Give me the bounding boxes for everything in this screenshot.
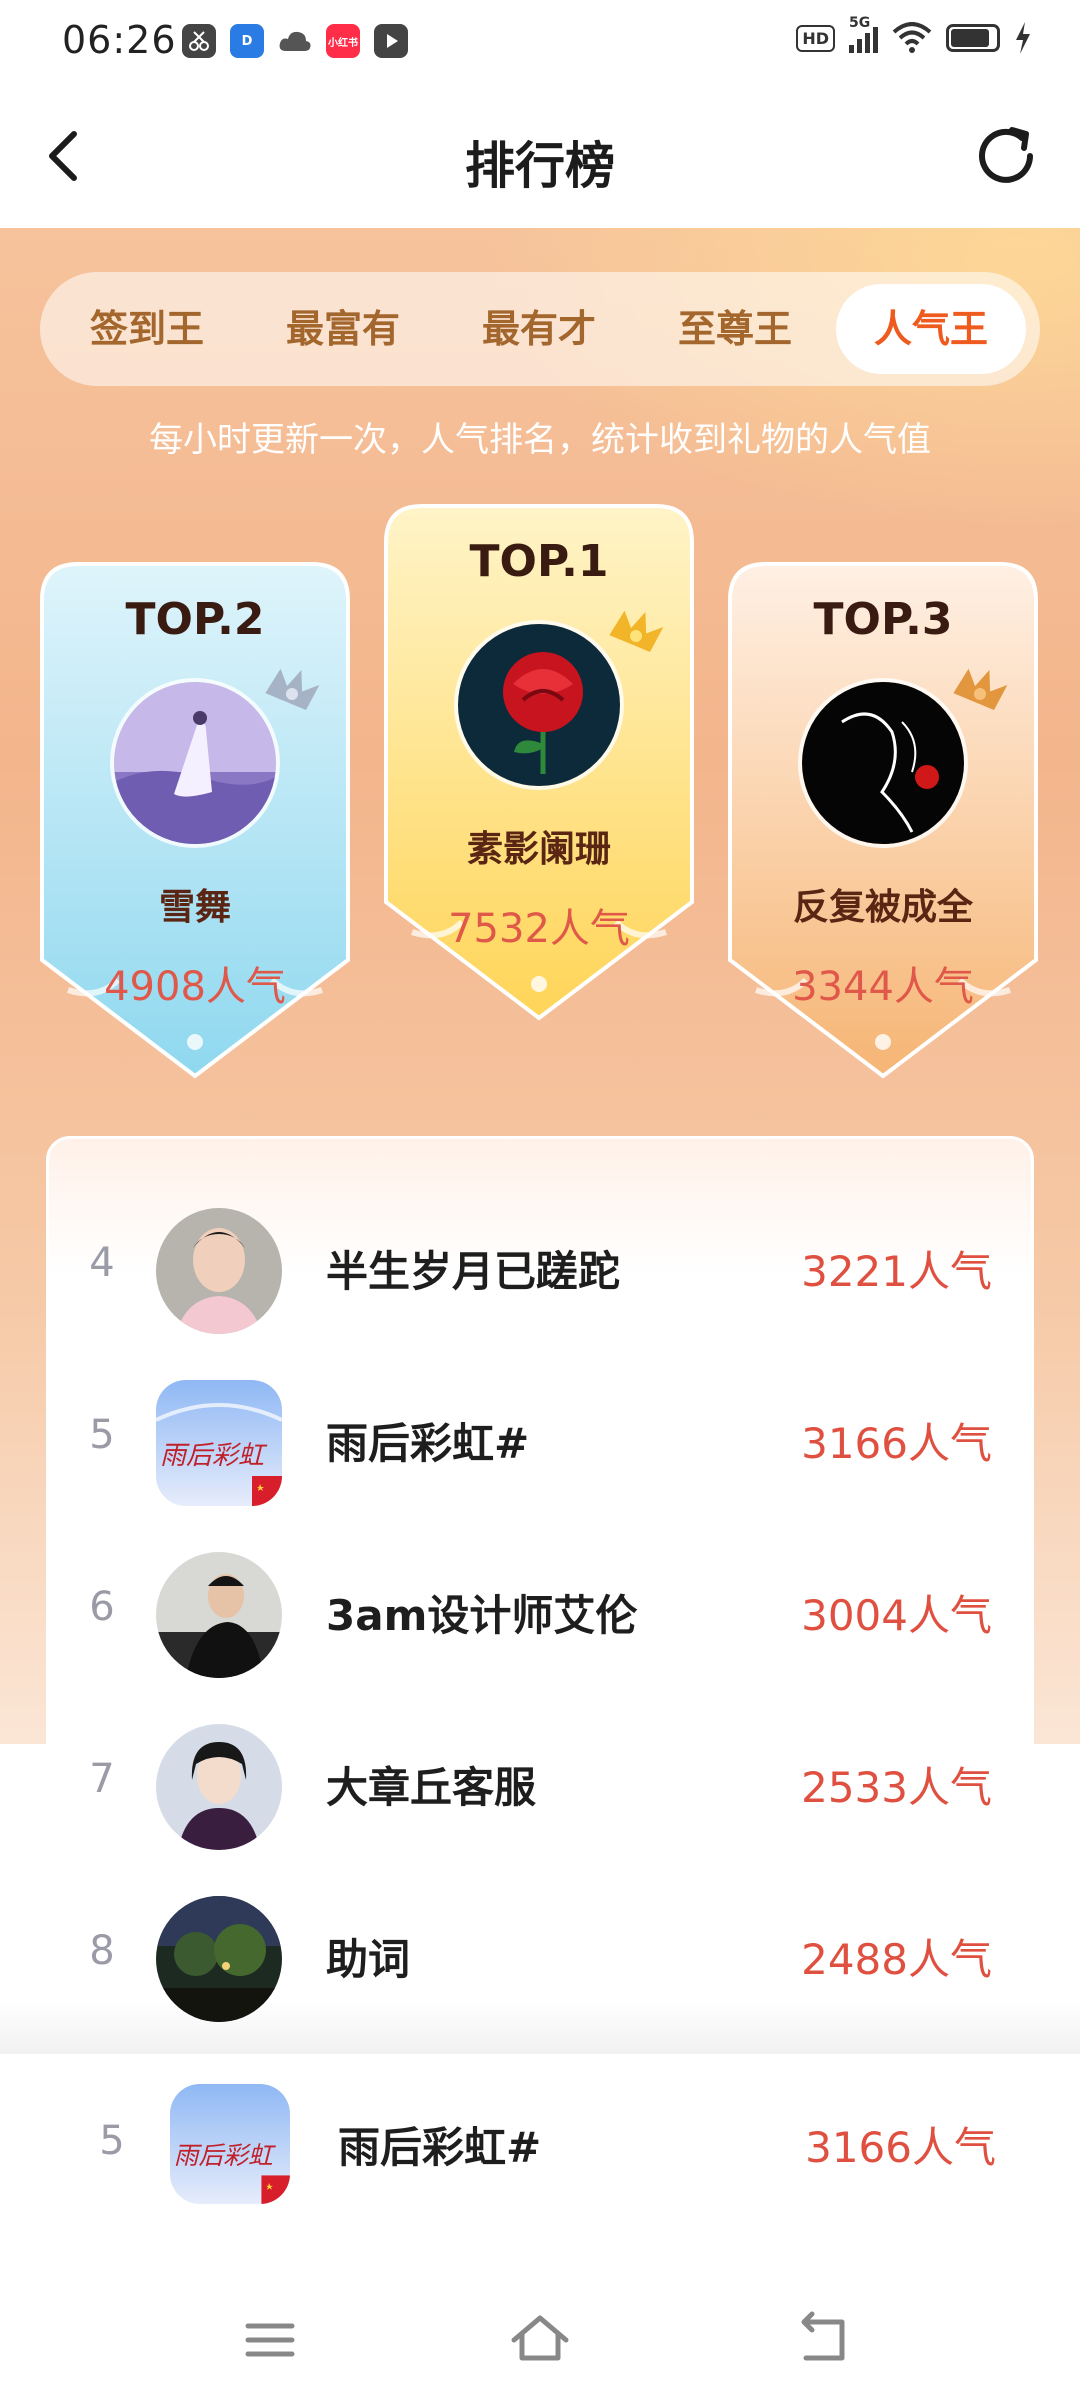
top2-name: 雪舞 xyxy=(158,887,231,928)
bronze-crown-icon xyxy=(953,668,1008,710)
user-name: 雨后彩虹# xyxy=(326,1419,530,1468)
top3-name: 反复被成全 xyxy=(792,887,973,928)
page-title: 排行榜 xyxy=(465,137,615,195)
popularity-score: 3004人气 xyxy=(801,1591,992,1640)
avatar-rainbow-text: 雨后彩虹 xyxy=(174,2141,276,2170)
tab-checkin-king[interactable]: 签到王 xyxy=(52,284,242,374)
ranking-tabs: 签到王 最富有 最有才 至尊王 人气王 xyxy=(40,272,1040,386)
scissors-app-icon xyxy=(182,24,216,58)
recent-apps-button[interactable] xyxy=(230,2300,310,2380)
gold-crown-icon xyxy=(609,610,664,652)
user-name: 助词 xyxy=(326,1935,411,1984)
tab-most-talented[interactable]: 最有才 xyxy=(444,284,634,374)
popularity-score: 3221人气 xyxy=(801,1247,992,1296)
charging-icon xyxy=(1016,22,1030,54)
my-avatar: 雨后彩虹 xyxy=(170,2084,290,2204)
refresh-button[interactable] xyxy=(966,116,1046,196)
silver-crown-icon xyxy=(265,668,320,710)
popularity-score: 3166人气 xyxy=(801,1419,992,1468)
top2-label: TOP.2 xyxy=(125,594,265,645)
status-indicators: HD 5G xyxy=(796,15,1032,54)
top2-avatar xyxy=(110,678,280,848)
top2-card[interactable]: TOP.2 雪舞 4908人气 xyxy=(38,560,352,1080)
rank-number: 7 xyxy=(89,1756,115,1802)
top1-label: TOP.1 xyxy=(469,536,609,587)
home-button[interactable] xyxy=(500,2300,580,2380)
battery-icon xyxy=(946,24,1000,52)
app-header: 排行榜 xyxy=(0,90,1080,228)
user-name: 半生岁月已蹉跎 xyxy=(326,1247,621,1296)
signal-5g-icon: 5G xyxy=(849,15,878,53)
my-rank-bar[interactable]: 5 雨后彩虹 雨后彩虹# 3166人气 xyxy=(0,2054,1080,2244)
list-item[interactable]: 7 大章丘客服 2533人气 xyxy=(0,1698,1080,1870)
cloud-icon xyxy=(278,24,312,58)
user-name: 3am设计师艾伦 xyxy=(326,1591,638,1640)
wifi-icon xyxy=(892,22,932,53)
network-label: 5G xyxy=(849,15,871,31)
back-arrow-icon xyxy=(801,2311,845,2361)
avatar: 雨后彩虹 xyxy=(156,1380,282,1506)
hd-icon: HD xyxy=(796,24,835,52)
avatar-rainbow-text: 雨后彩虹 xyxy=(160,1441,268,1471)
system-nav-bar xyxy=(0,2270,1080,2408)
tab-richest[interactable]: 最富有 xyxy=(248,284,438,374)
d-app-icon: D xyxy=(230,24,264,58)
top1-avatar xyxy=(454,620,624,790)
status-bar: 06:26 D 小红书 HD 5G xyxy=(0,0,1080,90)
refresh-icon xyxy=(979,127,1033,183)
top3-score: 3344人气 xyxy=(792,964,974,1010)
top1-score: 7532人气 xyxy=(448,906,630,952)
my-user-name: 雨后彩虹# xyxy=(338,2123,542,2172)
back-nav-button[interactable] xyxy=(782,2300,862,2380)
xiaohongshu-icon: 小红书 xyxy=(326,24,360,58)
top2-score: 4908人气 xyxy=(104,964,286,1010)
avatar xyxy=(156,1724,282,1850)
user-name: 大章丘客服 xyxy=(326,1763,537,1812)
popularity-score: 2488人气 xyxy=(801,1935,992,1984)
avatar xyxy=(156,1552,282,1678)
rank-number: 4 xyxy=(89,1240,115,1286)
rank-number: 8 xyxy=(89,1928,115,1974)
update-notice: 每小时更新一次，人气排名，统计收到礼物的人气值 xyxy=(149,420,931,460)
top3-avatar xyxy=(798,678,968,848)
top1-card[interactable]: TOP.1 素影阑珊 7532人气 xyxy=(382,502,696,1022)
tab-supreme-king[interactable]: 至尊王 xyxy=(640,284,830,374)
list-divider xyxy=(0,2000,1080,2056)
list-item[interactable]: 5 雨后彩虹 雨后彩虹# 3166人气 xyxy=(0,1354,1080,1526)
status-time: 06:26 xyxy=(62,18,177,62)
top3-label: TOP.3 xyxy=(813,594,953,645)
my-popularity-score: 3166人气 xyxy=(805,2123,996,2172)
popularity-score: 2533人气 xyxy=(801,1763,992,1812)
play-app-icon xyxy=(374,24,408,58)
top3-card[interactable]: TOP.3 反复被成全 3344人气 xyxy=(726,560,1040,1080)
home-icon xyxy=(511,2315,569,2361)
avatar xyxy=(156,1208,282,1334)
top1-name: 素影阑珊 xyxy=(466,829,611,870)
tab-popularity-king[interactable]: 人气王 xyxy=(836,284,1026,374)
menu-icon xyxy=(245,2323,295,2357)
rank-number: 5 xyxy=(89,1412,115,1458)
my-rank-number: 5 xyxy=(99,2118,125,2164)
rank-number: 6 xyxy=(89,1584,115,1630)
status-app-icons: D 小红书 xyxy=(182,24,408,58)
list-item[interactable]: 6 3am设计师艾伦 3004人气 xyxy=(0,1526,1080,1698)
list-item[interactable]: 4 半生岁月已蹉跎 3221人气 xyxy=(0,1182,1080,1354)
